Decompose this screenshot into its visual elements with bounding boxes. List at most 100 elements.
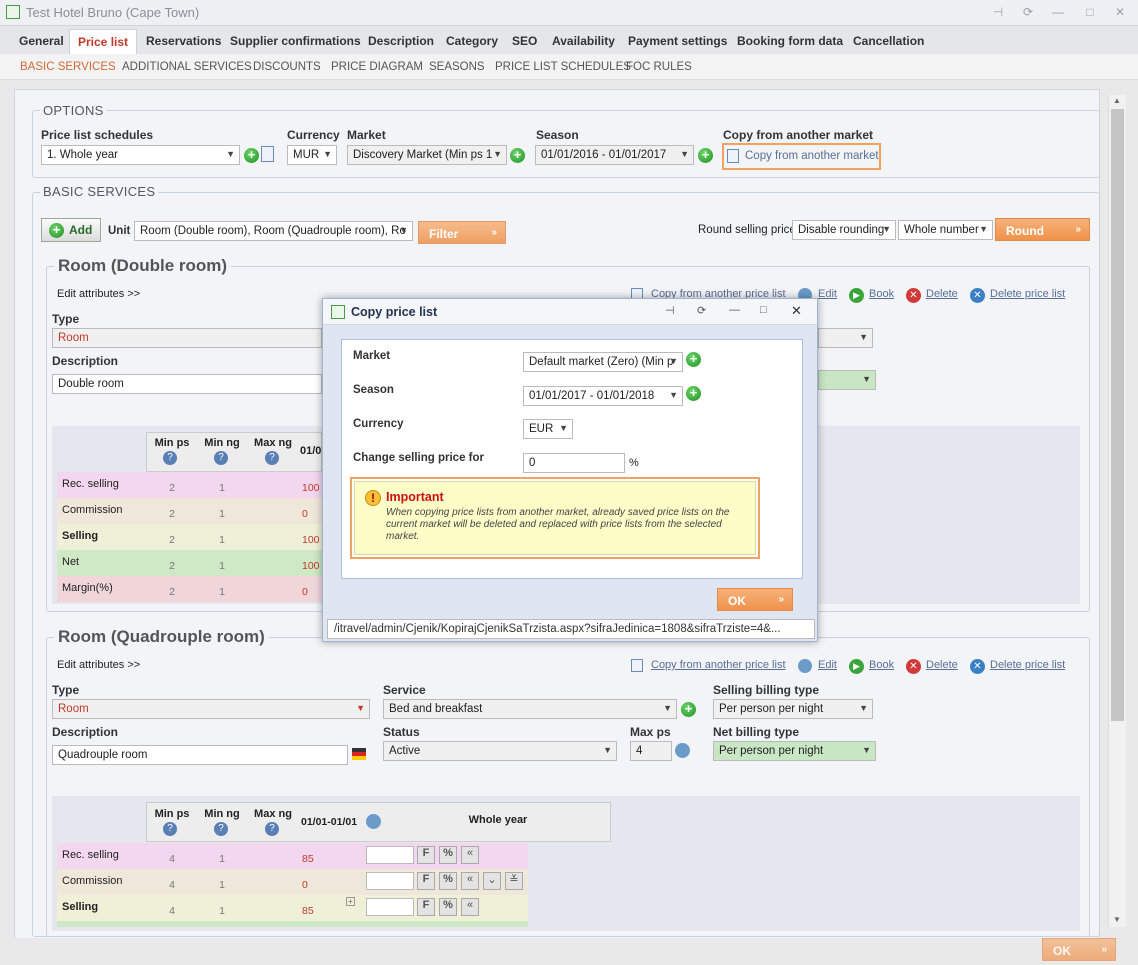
selling-billing-select[interactable]: Per person per night ▼ bbox=[713, 699, 873, 719]
price-input[interactable] bbox=[366, 846, 414, 864]
tab-availability[interactable]: Availability bbox=[552, 34, 615, 48]
subtab-additional-services[interactable]: ADDITIONAL SERVICES bbox=[122, 61, 252, 73]
service-select[interactable]: Bed and breakfast ▼ bbox=[383, 699, 677, 719]
percent-button[interactable]: % bbox=[439, 872, 457, 890]
delete-link[interactable]: Delete bbox=[926, 659, 958, 671]
minimize-icon[interactable]: — bbox=[1050, 4, 1066, 20]
dialog-season-select[interactable]: 01/01/2017 - 01/01/2018 ▼ bbox=[523, 386, 683, 406]
change-price-input[interactable]: 0 bbox=[523, 453, 625, 473]
flag-icon[interactable] bbox=[352, 748, 366, 760]
status-select[interactable]: Active ▼ bbox=[383, 741, 617, 761]
footer-ok-button[interactable]: OK » bbox=[1042, 938, 1116, 961]
pin-icon[interactable]: ⊣ bbox=[665, 304, 675, 317]
delete-price-list-link[interactable]: Delete price list bbox=[990, 288, 1065, 300]
net-billing-select[interactable]: Per person per night ▼ bbox=[713, 741, 876, 761]
selling-billing-select[interactable]: ▼ bbox=[818, 328, 873, 348]
close-icon[interactable]: ✕ bbox=[791, 303, 802, 319]
filter-button[interactable]: Filter » bbox=[418, 221, 506, 244]
subtab-seasons[interactable]: SEASONS bbox=[429, 61, 485, 73]
edit-attributes-link[interactable]: Edit attributes >> bbox=[57, 288, 140, 300]
maximize-icon[interactable]: □ bbox=[1082, 4, 1098, 20]
price-input[interactable] bbox=[366, 898, 414, 916]
price-input[interactable] bbox=[366, 872, 414, 890]
double-chevron-left-icon[interactable]: « bbox=[461, 872, 479, 890]
dialog-currency-select[interactable]: EUR ▼ bbox=[523, 419, 573, 439]
minimize-icon[interactable]: — bbox=[729, 304, 740, 316]
gear-icon[interactable] bbox=[366, 814, 381, 829]
dialog-ok-button[interactable]: OK » bbox=[717, 588, 793, 611]
add-service-icon[interactable]: + bbox=[681, 702, 696, 717]
dialog-market-select[interactable]: Default market (Zero) (Min p ▼ bbox=[523, 352, 683, 372]
round-button[interactable]: Round » bbox=[995, 218, 1090, 241]
refresh-icon[interactable]: ⟳ bbox=[1020, 4, 1036, 20]
book-link[interactable]: Book bbox=[869, 288, 894, 300]
percent-button[interactable]: % bbox=[439, 846, 457, 864]
scroll-up-icon[interactable]: ▲ bbox=[1113, 96, 1121, 105]
double-chevron-left-icon[interactable]: « bbox=[461, 898, 479, 916]
type-select[interactable]: Room bbox=[52, 328, 322, 348]
unit-select[interactable]: Room (Double room), Room (Quadrouple roo… bbox=[134, 221, 413, 241]
description-input[interactable]: Quadrouple room bbox=[52, 745, 348, 765]
edit-link[interactable]: Edit bbox=[818, 659, 837, 671]
help-icon[interactable]: ? bbox=[265, 822, 279, 836]
subtab-discounts[interactable]: DISCOUNTS bbox=[253, 61, 321, 73]
tab-description[interactable]: Description bbox=[368, 34, 434, 48]
delete-price-list-link[interactable]: Delete price list bbox=[990, 659, 1065, 671]
refresh-icon[interactable]: ⟳ bbox=[697, 304, 706, 317]
subtab-foc-rules[interactable]: FOC RULES bbox=[626, 61, 692, 73]
max-ps-input[interactable]: 4 bbox=[630, 741, 672, 761]
close-icon[interactable]: ✕ bbox=[1112, 4, 1128, 20]
rounding-select[interactable]: Disable rounding ▼ bbox=[792, 220, 896, 240]
maximize-icon[interactable]: □ bbox=[760, 304, 767, 316]
scrollbar-thumb[interactable] bbox=[1111, 109, 1124, 721]
help-icon[interactable]: ? bbox=[163, 822, 177, 836]
schedules-select[interactable]: 1. Whole year ▼ bbox=[41, 145, 240, 165]
subtab-basic-services[interactable]: BASIC SERVICES bbox=[20, 61, 116, 73]
tab-cancellation[interactable]: Cancellation bbox=[853, 34, 924, 48]
tab-booking-form-data[interactable]: Booking form data bbox=[737, 34, 843, 48]
book-link[interactable]: Book bbox=[869, 659, 894, 671]
tab-general[interactable]: General bbox=[19, 34, 64, 48]
pin-icon[interactable]: ⊣ bbox=[990, 4, 1006, 20]
delete-link[interactable]: Delete bbox=[926, 288, 958, 300]
help-icon[interactable]: ? bbox=[265, 451, 279, 465]
copy-market-link[interactable]: Copy from another market bbox=[745, 150, 879, 162]
edit-attributes-link[interactable]: Edit attributes >> bbox=[57, 659, 140, 671]
help-icon[interactable]: ? bbox=[214, 822, 228, 836]
tab-price-list[interactable]: Price list bbox=[69, 29, 138, 55]
add-market-icon[interactable]: + bbox=[686, 352, 701, 367]
scroll-down-icon[interactable]: ▼ bbox=[1113, 915, 1121, 924]
fixed-button[interactable]: F bbox=[417, 846, 435, 864]
help-icon[interactable]: ? bbox=[163, 451, 177, 465]
season-select[interactable]: 01/01/2016 - 01/01/2017 ▼ bbox=[535, 145, 694, 165]
description-input[interactable]: Double room bbox=[52, 374, 322, 394]
tab-seo[interactable]: SEO bbox=[512, 34, 537, 48]
tab-reservations[interactable]: Reservations bbox=[146, 34, 221, 48]
fixed-button[interactable]: F bbox=[417, 872, 435, 890]
number-select[interactable]: Whole number ▼ bbox=[898, 220, 993, 240]
net-billing-select[interactable]: ▼ bbox=[818, 370, 876, 390]
percent-button[interactable]: % bbox=[439, 898, 457, 916]
subtab-price-diagram[interactable]: PRICE DIAGRAM bbox=[331, 61, 423, 73]
copy-price-list-link[interactable]: Copy from another price list bbox=[651, 659, 786, 671]
type-select[interactable]: Room ▼ bbox=[52, 699, 370, 719]
chevron-down-icon[interactable]: ⌄ bbox=[483, 872, 501, 890]
edit-link[interactable]: Edit bbox=[818, 288, 837, 300]
market-select[interactable]: Discovery Market (Min ps 1 ▼ bbox=[347, 145, 507, 165]
subtab-price-list-schedules[interactable]: PRICE LIST SCHEDULES bbox=[495, 61, 631, 73]
double-chevron-left-icon[interactable]: « bbox=[461, 846, 479, 864]
fixed-button[interactable]: F bbox=[417, 898, 435, 916]
add-season-icon[interactable]: + bbox=[698, 148, 713, 163]
currency-select[interactable]: MUR ▼ bbox=[287, 145, 337, 165]
double-chevron-down-icon[interactable]: ≚ bbox=[505, 872, 523, 890]
gear-icon[interactable] bbox=[675, 743, 690, 758]
expand-icon[interactable]: + bbox=[346, 897, 355, 906]
add-schedule-icon[interactable]: + bbox=[244, 148, 259, 163]
document-icon[interactable] bbox=[261, 146, 274, 162]
add-season-icon[interactable]: + bbox=[686, 386, 701, 401]
tab-category[interactable]: Category bbox=[446, 34, 498, 48]
help-icon[interactable]: ? bbox=[214, 451, 228, 465]
tab-supplier-confirmations[interactable]: Supplier confirmations bbox=[230, 34, 361, 48]
vertical-scrollbar[interactable]: ▲ ▼ bbox=[1108, 95, 1126, 927]
add-market-icon[interactable]: + bbox=[510, 148, 525, 163]
